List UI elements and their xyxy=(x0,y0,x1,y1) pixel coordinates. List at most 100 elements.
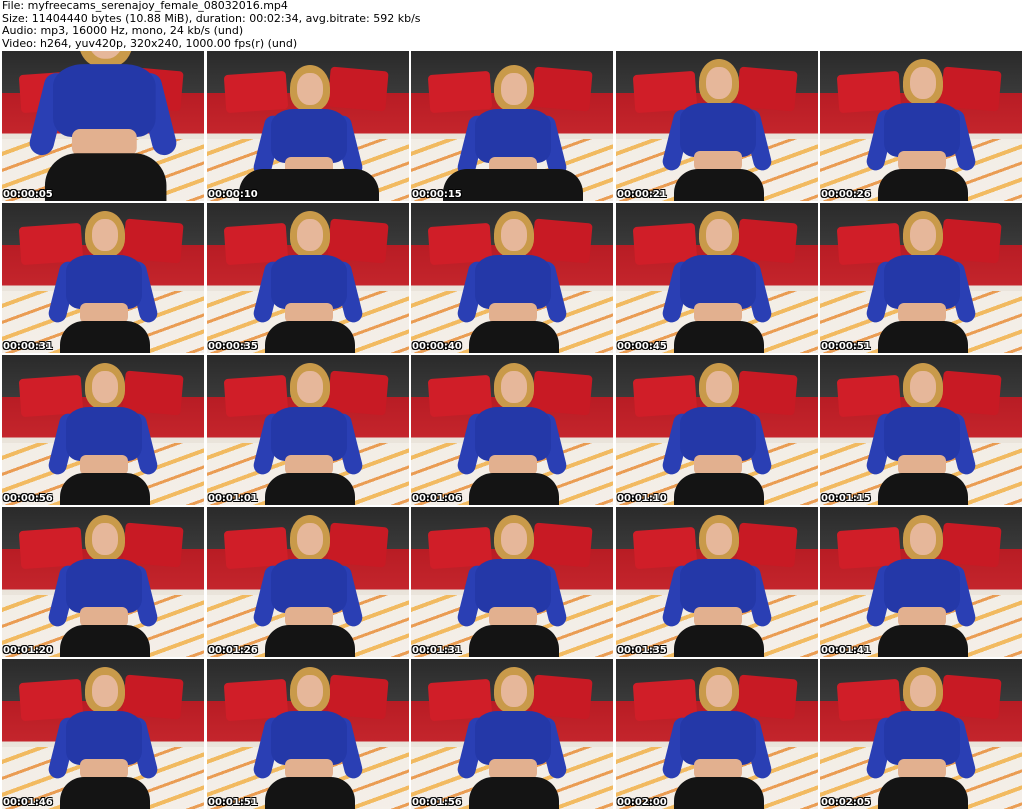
video-frame-thumbnail: 00:00:31 xyxy=(2,203,204,353)
person-figure xyxy=(864,515,978,657)
frame-timestamp: 00:01:31 xyxy=(412,645,462,656)
frame-image xyxy=(820,355,1022,505)
frame-image xyxy=(820,659,1022,809)
person-figure xyxy=(660,515,774,657)
person-figure xyxy=(864,363,978,505)
person-figure xyxy=(27,51,179,201)
frame-image xyxy=(616,659,818,809)
video-frame-thumbnail: 00:00:56 xyxy=(2,355,204,505)
frame-image xyxy=(411,203,613,353)
frame-image xyxy=(207,507,409,657)
video-frame-thumbnail: 00:01:01 xyxy=(207,355,409,505)
video-frame-thumbnail: 00:01:31 xyxy=(411,507,613,657)
person-figure xyxy=(455,363,569,505)
frame-image xyxy=(207,659,409,809)
frame-image xyxy=(616,507,818,657)
thumbnail-grid: 00:00:05 00:00:10 00:00:15 00:00:21 00:00:26… xyxy=(2,51,1022,809)
video-frame-thumbnail: 00:00:05 xyxy=(2,51,204,201)
frame-image xyxy=(207,51,409,201)
frame-image xyxy=(616,355,818,505)
video-frame-thumbnail: 00:01:46 xyxy=(2,659,204,809)
frame-timestamp: 00:01:35 xyxy=(617,645,667,656)
person-figure xyxy=(455,515,569,657)
frame-timestamp: 00:01:06 xyxy=(412,493,462,504)
frame-image xyxy=(411,507,613,657)
video-frame-thumbnail: 00:00:26 xyxy=(820,51,1022,201)
person-figure xyxy=(46,363,160,505)
person-figure xyxy=(864,667,978,809)
person-figure xyxy=(251,211,365,353)
video-frame-thumbnail: 00:00:35 xyxy=(207,203,409,353)
frame-timestamp: 00:01:41 xyxy=(821,645,871,656)
frame-image xyxy=(2,507,204,657)
frame-timestamp: 00:00:31 xyxy=(3,341,53,352)
frame-timestamp: 00:00:21 xyxy=(617,189,667,200)
video-frame-thumbnail: 00:01:10 xyxy=(616,355,818,505)
frame-image xyxy=(820,507,1022,657)
frame-timestamp: 00:01:26 xyxy=(208,645,258,656)
frame-image xyxy=(2,203,204,353)
frame-image xyxy=(820,203,1022,353)
frame-image xyxy=(2,355,204,505)
frame-image xyxy=(411,659,613,809)
person-figure xyxy=(46,211,160,353)
frame-timestamp: 00:00:56 xyxy=(3,493,53,504)
person-figure xyxy=(660,211,774,353)
frame-timestamp: 00:01:46 xyxy=(3,797,53,808)
person-figure xyxy=(660,59,774,201)
frame-image xyxy=(616,51,818,201)
frame-image xyxy=(616,203,818,353)
person-figure xyxy=(455,211,569,353)
video-frame-thumbnail: 00:02:05 xyxy=(820,659,1022,809)
frame-timestamp: 00:02:00 xyxy=(617,797,667,808)
person-figure xyxy=(864,59,978,201)
frame-timestamp: 00:01:56 xyxy=(412,797,462,808)
frame-timestamp: 00:00:35 xyxy=(208,341,258,352)
frame-timestamp: 00:00:10 xyxy=(208,189,258,200)
person-figure xyxy=(443,65,583,201)
person-figure xyxy=(864,211,978,353)
frame-image xyxy=(411,355,613,505)
video-frame-thumbnail: 00:01:06 xyxy=(411,355,613,505)
video-frame-thumbnail: 00:00:15 xyxy=(411,51,613,201)
video-frame-thumbnail: 00:01:41 xyxy=(820,507,1022,657)
frame-timestamp: 00:02:05 xyxy=(821,797,871,808)
frame-timestamp: 00:01:15 xyxy=(821,493,871,504)
person-figure xyxy=(660,667,774,809)
frame-timestamp: 00:00:45 xyxy=(617,341,667,352)
info-header: File: myfreecams_serenajoy_female_080320… xyxy=(2,0,1022,50)
person-figure xyxy=(455,667,569,809)
frame-image xyxy=(820,51,1022,201)
person-figure xyxy=(239,65,379,201)
person-figure xyxy=(46,667,160,809)
video-frame-thumbnail: 00:01:56 xyxy=(411,659,613,809)
video-frame-thumbnail: 00:02:00 xyxy=(616,659,818,809)
frame-timestamp: 00:00:05 xyxy=(3,189,53,200)
video-frame-thumbnail: 00:00:10 xyxy=(207,51,409,201)
frame-timestamp: 00:01:10 xyxy=(617,493,667,504)
frame-image xyxy=(207,355,409,505)
frame-timestamp: 00:01:01 xyxy=(208,493,258,504)
person-figure xyxy=(660,363,774,505)
person-figure xyxy=(251,515,365,657)
person-figure xyxy=(251,667,365,809)
file-name-line: File: myfreecams_serenajoy_female_080320… xyxy=(2,0,288,12)
video-frame-thumbnail: 00:00:21 xyxy=(616,51,818,201)
video-frame-thumbnail: 00:00:45 xyxy=(616,203,818,353)
frame-image xyxy=(207,203,409,353)
frame-timestamp: 00:01:20 xyxy=(3,645,53,656)
video-frame-thumbnail: 00:00:40 xyxy=(411,203,613,353)
frame-timestamp: 00:00:15 xyxy=(412,189,462,200)
person-figure xyxy=(46,515,160,657)
frame-timestamp: 00:00:26 xyxy=(821,189,871,200)
audio-info-line: Audio: mp3, 16000 Hz, mono, 24 kb/s (und… xyxy=(2,24,244,37)
video-frame-thumbnail: 00:01:20 xyxy=(2,507,204,657)
frame-image xyxy=(2,659,204,809)
frame-image xyxy=(411,51,613,201)
frame-image xyxy=(2,51,204,201)
video-frame-thumbnail: 00:01:15 xyxy=(820,355,1022,505)
video-frame-thumbnail: 00:01:51 xyxy=(207,659,409,809)
frame-timestamp: 00:01:51 xyxy=(208,797,258,808)
video-frame-thumbnail: 00:01:35 xyxy=(616,507,818,657)
video-info-line: Video: h264, yuv420p, 320x240, 1000.00 f… xyxy=(2,36,298,50)
